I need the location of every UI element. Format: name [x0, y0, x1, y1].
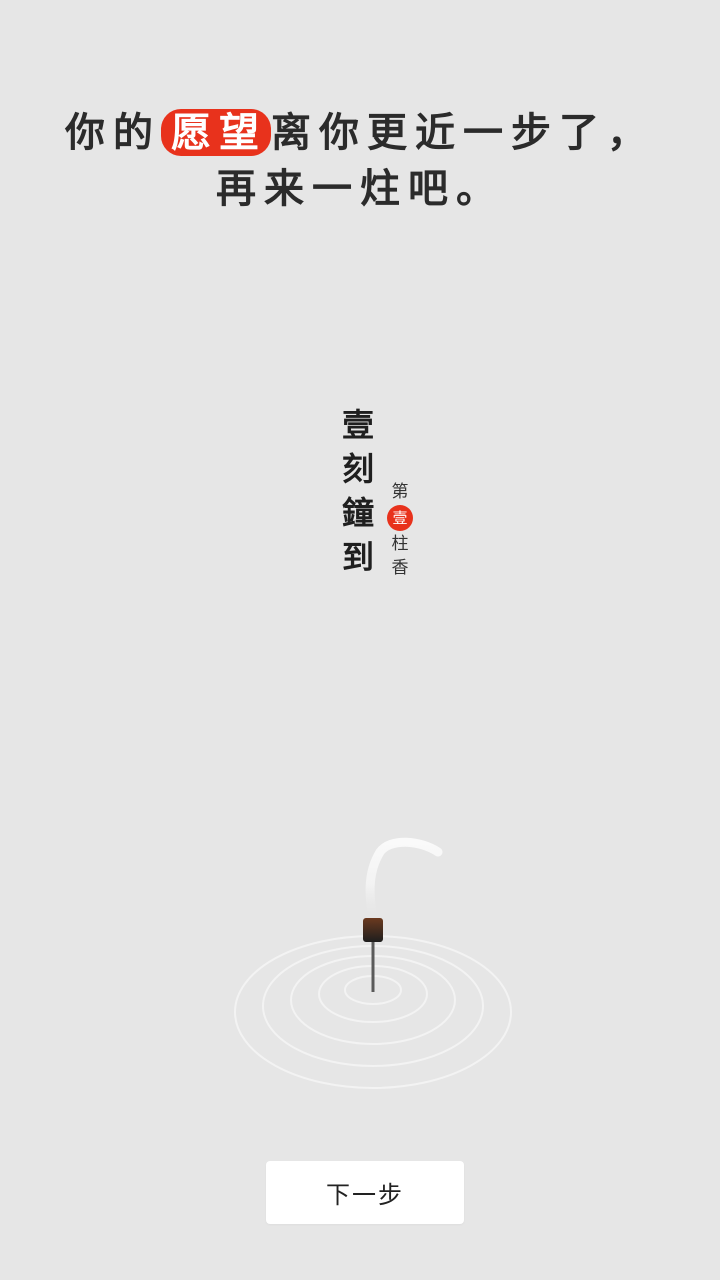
headline-line-2: 再来一炷吧。	[216, 165, 504, 212]
incense-stick-icon	[230, 830, 520, 1100]
count-unit: 柱	[391, 534, 409, 554]
incense-ember	[363, 918, 383, 942]
count-prefix: 第	[391, 482, 409, 502]
count-badge: 壹	[387, 505, 413, 531]
incense-count: 第 壹 柱 香	[387, 480, 413, 580]
headline: 你的 愿望 离你更近一步了， 再来一炷吧。	[0, 105, 720, 217]
headline-pre: 你的	[65, 109, 161, 156]
title-main: 壹刻鐘到	[337, 408, 375, 584]
incense-stick	[371, 940, 375, 992]
headline-highlight: 愿望	[161, 109, 271, 156]
headline-line-1: 你的 愿望 离你更近一步了，	[0, 105, 720, 161]
smoke	[365, 837, 443, 925]
headline-post: 离你更近一步了，	[271, 109, 655, 156]
title-block: 壹刻鐘到 第 壹 柱 香	[336, 408, 413, 584]
next-step-button[interactable]: 下一步	[266, 1161, 464, 1224]
count-suffix: 香	[391, 558, 409, 578]
